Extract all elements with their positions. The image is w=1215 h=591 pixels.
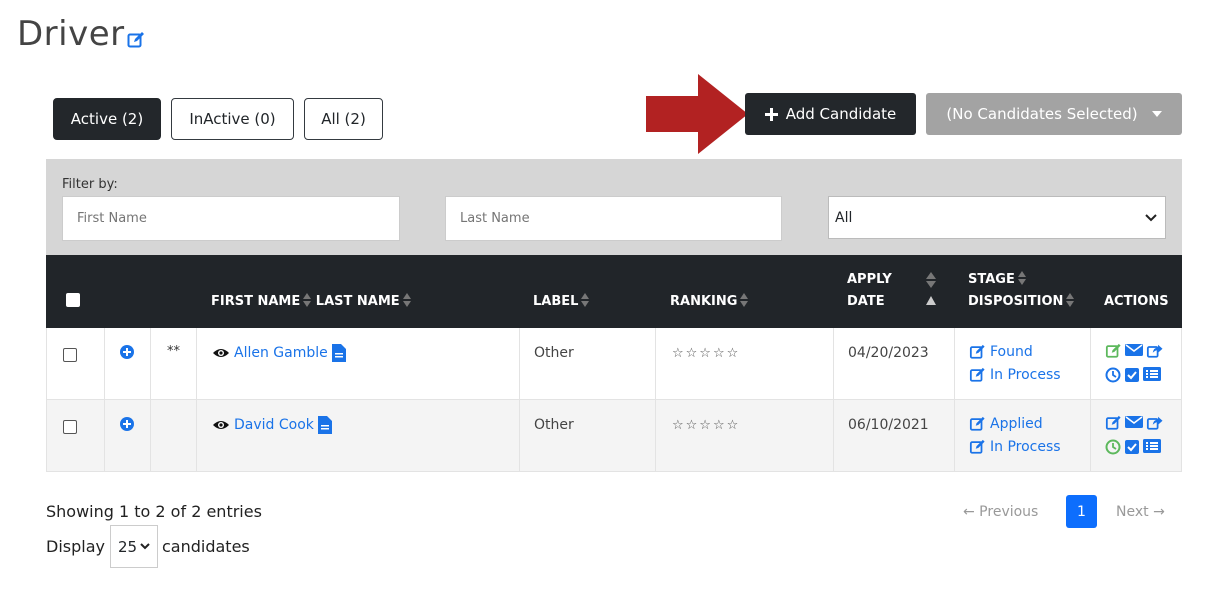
row-flag: ** <box>167 344 180 359</box>
table-header: FIRST NAME LAST NAME LABEL RANKING APPLY… <box>46 255 1182 328</box>
disposition-link-group[interactable]: In Process <box>969 439 1061 455</box>
document-icon[interactable] <box>331 344 346 362</box>
stage-link-group[interactable]: Found <box>969 344 1033 360</box>
header-disposition[interactable]: DISPOSITION <box>968 294 1063 309</box>
checkbox-icon[interactable] <box>1124 439 1140 455</box>
plus-icon <box>764 107 778 121</box>
expand-plus-icon[interactable] <box>120 417 134 431</box>
entries-info: Showing 1 to 2 of 2 entries <box>46 502 262 521</box>
sort-icon[interactable] <box>926 272 936 288</box>
list-icon[interactable] <box>1143 367 1161 381</box>
bulk-actions-label: (No Candidates Selected) <box>946 105 1138 123</box>
next-page-link[interactable]: Next → <box>1116 504 1165 520</box>
sort-icon[interactable] <box>1017 271 1026 285</box>
header-apply: APPLY <box>847 272 892 287</box>
header-actions: ACTIONS <box>1104 294 1169 309</box>
caret-down-icon <box>1151 111 1162 117</box>
tab-inactive[interactable]: InActive (0) <box>171 98 294 140</box>
sort-icon[interactable] <box>1066 293 1075 307</box>
checkbox-icon[interactable] <box>1124 367 1140 383</box>
header-stage[interactable]: STAGE <box>968 272 1015 287</box>
share-icon[interactable] <box>1146 343 1163 359</box>
stage-link: Applied <box>990 416 1043 432</box>
sort-icon[interactable] <box>303 293 312 307</box>
edit-icon[interactable] <box>1105 415 1122 431</box>
page-title: Driver <box>17 14 125 54</box>
sort-icon[interactable] <box>581 293 590 307</box>
disposition-link-group[interactable]: In Process <box>969 367 1061 383</box>
sort-icon[interactable] <box>740 293 749 307</box>
tab-all[interactable]: All (2) <box>304 98 383 140</box>
header-date: DATE <box>847 294 885 309</box>
last-name-filter-input[interactable] <box>445 196 782 241</box>
label-value: Other <box>534 345 574 361</box>
stage-link-group[interactable]: Applied <box>969 416 1043 432</box>
tab-active[interactable]: Active (2) <box>53 98 161 140</box>
status-filter-value: All <box>835 209 853 226</box>
display-suffix: candidates <box>162 537 250 556</box>
row-checkbox[interactable] <box>63 420 77 434</box>
first-name-filter-input[interactable] <box>62 196 400 241</box>
view-eye-icon[interactable] <box>212 419 230 431</box>
table-row: David Cook Other ☆☆☆☆☆ 06/10/2021 Applie… <box>46 400 1182 472</box>
edit-green-icon[interactable] <box>1105 343 1122 359</box>
candidate-name-link[interactable]: Allen Gamble <box>234 345 328 361</box>
apply-date-value: 06/10/2021 <box>848 417 929 433</box>
disposition-link: In Process <box>990 439 1061 455</box>
header-label[interactable]: LABEL <box>533 294 578 309</box>
bulk-actions-dropdown[interactable]: (No Candidates Selected) <box>926 93 1182 135</box>
page-size-value: 25 <box>117 537 138 556</box>
disposition-link: In Process <box>990 367 1061 383</box>
add-candidate-label: Add Candidate <box>785 105 897 123</box>
header-first-name[interactable]: FIRST NAME <box>211 294 300 309</box>
clock-icon[interactable] <box>1105 367 1121 383</box>
page-size-select[interactable]: 25 <box>110 525 158 568</box>
add-candidate-button[interactable]: Add Candidate <box>745 93 916 135</box>
status-filter-select[interactable]: All <box>828 196 1166 239</box>
filter-label: Filter by: <box>62 177 118 192</box>
email-icon[interactable] <box>1125 343 1143 357</box>
edit-stage-icon <box>969 344 985 359</box>
annotation-arrow-icon <box>646 74 748 154</box>
document-icon[interactable] <box>317 416 332 434</box>
ranking-stars[interactable]: ☆☆☆☆☆ <box>672 418 740 433</box>
display-prefix: Display <box>46 537 105 556</box>
table-row: ** Allen Gamble Other ☆☆☆☆☆ 04/20/2023 F… <box>46 328 1182 400</box>
label-value: Other <box>534 417 574 433</box>
sort-icon[interactable] <box>402 293 411 307</box>
apply-date-value: 04/20/2023 <box>848 345 929 361</box>
edit-title-icon[interactable] <box>127 31 145 49</box>
header-apply-date[interactable]: APPLY DATE <box>847 269 892 313</box>
expand-plus-icon[interactable] <box>120 345 134 359</box>
header-last-name[interactable]: LAST NAME <box>316 294 400 309</box>
page-1-button[interactable]: 1 <box>1066 495 1097 528</box>
row-checkbox[interactable] <box>63 348 77 362</box>
chevron-down-icon <box>140 543 150 550</box>
chevron-down-icon <box>1145 213 1157 221</box>
edit-stage-icon <box>969 416 985 431</box>
ranking-stars[interactable]: ☆☆☆☆☆ <box>672 346 740 361</box>
email-icon[interactable] <box>1125 415 1143 429</box>
edit-disposition-icon <box>969 439 985 454</box>
share-icon[interactable] <box>1146 415 1163 431</box>
previous-page-link[interactable]: ← Previous <box>963 504 1038 520</box>
header-ranking[interactable]: RANKING <box>670 294 737 309</box>
select-all-checkbox[interactable] <box>66 293 80 307</box>
view-eye-icon[interactable] <box>212 347 230 359</box>
candidate-name-link[interactable]: David Cook <box>234 417 314 433</box>
clock-green-icon[interactable] <box>1105 439 1121 455</box>
list-icon[interactable] <box>1143 439 1161 453</box>
sort-asc-icon[interactable] <box>926 295 936 307</box>
stage-link: Found <box>990 344 1033 360</box>
edit-disposition-icon <box>969 367 985 382</box>
